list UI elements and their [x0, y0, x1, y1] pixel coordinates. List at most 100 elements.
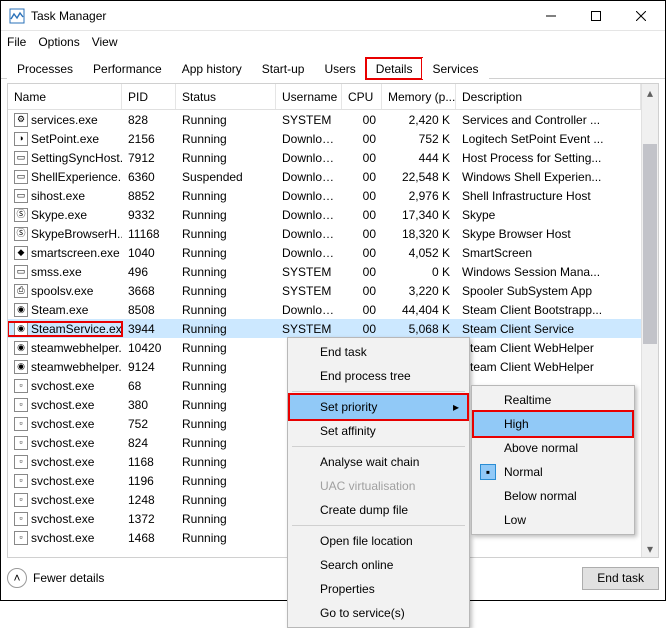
cell-cpu: 00	[342, 189, 382, 203]
cell-user: Download...	[276, 246, 342, 260]
cell-name: ◉steamwebhelper...	[8, 341, 122, 355]
cell-mem: 444 K	[382, 151, 456, 165]
table-row[interactable]: ◆smartscreen.exe1040RunningDownload...00…	[8, 243, 641, 262]
process-icon: Ⓢ	[14, 208, 28, 222]
tab-services[interactable]: Services	[422, 58, 488, 79]
maximize-button[interactable]	[573, 2, 618, 30]
tab-processes[interactable]: Processes	[7, 58, 83, 79]
cell-user: Download...	[276, 227, 342, 241]
cell-name: ▫svchost.exe	[8, 436, 122, 450]
menu-item-high[interactable]: High	[474, 412, 632, 436]
cell-status: Suspended	[176, 170, 276, 184]
cell-pid: 1040	[122, 246, 176, 260]
table-row[interactable]: ◑SetPoint.exe2156RunningDownload...00752…	[8, 129, 641, 148]
menu-file[interactable]: File	[7, 35, 26, 49]
menu-separator	[292, 525, 465, 526]
cell-status: Running	[176, 531, 276, 545]
menu-item-uac-virtualisation: UAC virtualisation	[290, 474, 467, 498]
menu-item-create-dump-file[interactable]: Create dump file	[290, 498, 467, 522]
scroll-up-button[interactable]: ▴	[642, 84, 658, 101]
process-name: spoolsv.exe	[31, 284, 93, 298]
menu-item-label: Properties	[320, 582, 375, 596]
table-row[interactable]: ◉Steam.exe8508RunningDownload...0044,404…	[8, 300, 641, 319]
vertical-scrollbar[interactable]: ▴ ▾	[641, 84, 658, 557]
process-name: SettingSyncHost...	[31, 151, 122, 165]
scroll-thumb[interactable]	[643, 144, 657, 344]
process-name: Steam.exe	[31, 303, 88, 317]
menu-item-below-normal[interactable]: Below normal	[474, 484, 632, 508]
tab-apphistory[interactable]: App history	[172, 58, 252, 79]
menu-item-properties[interactable]: Properties	[290, 577, 467, 601]
scroll-down-button[interactable]: ▾	[642, 540, 658, 557]
table-row[interactable]: ▭smss.exe496RunningSYSTEM000 KWindows Se…	[8, 262, 641, 281]
col-status[interactable]: Status	[176, 84, 276, 109]
tab-startup[interactable]: Start-up	[252, 58, 315, 79]
process-icon: ◆	[14, 246, 28, 260]
table-row[interactable]: ▭SettingSyncHost...7912RunningDownload..…	[8, 148, 641, 167]
cell-pid: 1372	[122, 512, 176, 526]
menu-item-search-online[interactable]: Search online	[290, 553, 467, 577]
process-name: svchost.exe	[31, 531, 94, 545]
process-icon: ▭	[14, 189, 28, 203]
menu-item-end-task[interactable]: End task	[290, 340, 467, 364]
cell-status: Running	[176, 132, 276, 146]
cell-cpu: 00	[342, 170, 382, 184]
table-row[interactable]: ◉SteamService.exe3944RunningSYSTEM005,06…	[8, 319, 641, 338]
cell-pid: 828	[122, 113, 176, 127]
chevron-up-icon: ˄	[7, 568, 27, 588]
cell-pid: 10420	[122, 341, 176, 355]
process-name: svchost.exe	[31, 379, 94, 393]
menu-item-label: UAC virtualisation	[320, 479, 415, 493]
end-task-button[interactable]: End task	[582, 567, 659, 590]
menu-item-end-process-tree[interactable]: End process tree	[290, 364, 467, 388]
cell-status: Running	[176, 474, 276, 488]
minimize-button[interactable]	[528, 2, 573, 30]
menu-item-normal[interactable]: ▪Normal	[474, 460, 632, 484]
cell-status: Running	[176, 113, 276, 127]
table-row[interactable]: ▭ShellExperience...6360SuspendedDownload…	[8, 167, 641, 186]
col-mem[interactable]: Memory (p...	[382, 84, 456, 109]
close-button[interactable]	[618, 2, 663, 30]
fewer-details-toggle[interactable]: ˄ Fewer details	[7, 568, 104, 588]
process-icon: ▫	[14, 417, 28, 431]
table-row[interactable]: ▭sihost.exe8852RunningDownload...002,976…	[8, 186, 641, 205]
process-icon: ▫	[14, 436, 28, 450]
menu-item-open-file-location[interactable]: Open file location	[290, 529, 467, 553]
menu-item-analyse-wait-chain[interactable]: Analyse wait chain	[290, 450, 467, 474]
menu-item-set-priority[interactable]: Set priority▸	[290, 395, 467, 419]
col-desc[interactable]: Description	[456, 84, 641, 109]
table-row[interactable]: ⚙services.exe828RunningSYSTEM002,420 KSe…	[8, 110, 641, 129]
cell-pid: 8852	[122, 189, 176, 203]
submenu-arrow-icon: ▸	[453, 400, 459, 414]
process-name: smartscreen.exe	[31, 246, 120, 260]
cell-cpu: 00	[342, 113, 382, 127]
cell-cpu: 00	[342, 208, 382, 222]
col-user[interactable]: Username	[276, 84, 342, 109]
menu-item-set-affinity[interactable]: Set affinity	[290, 419, 467, 443]
tab-performance[interactable]: Performance	[83, 58, 172, 79]
table-row[interactable]: ⓈSkypeBrowserH...11168RunningDownload...…	[8, 224, 641, 243]
tab-details[interactable]: Details	[366, 58, 423, 79]
menu-item-go-to-service-s[interactable]: Go to service(s)	[290, 601, 467, 625]
cell-desc: Skype Browser Host	[456, 227, 641, 241]
cell-mem: 2,976 K	[382, 189, 456, 203]
check-icon: ▪	[480, 464, 496, 480]
menu-item-low[interactable]: Low	[474, 508, 632, 532]
menu-item-label: End task	[320, 345, 367, 359]
table-row[interactable]: ⎙spoolsv.exe3668RunningSYSTEM003,220 KSp…	[8, 281, 641, 300]
cell-name: ▫svchost.exe	[8, 417, 122, 431]
tab-users[interactable]: Users	[314, 58, 365, 79]
col-pid[interactable]: PID	[122, 84, 176, 109]
menu-item-above-normal[interactable]: Above normal	[474, 436, 632, 460]
menu-options[interactable]: Options	[38, 35, 79, 49]
col-cpu[interactable]: CPU	[342, 84, 382, 109]
cell-desc: Steam Client WebHelper	[456, 360, 641, 374]
menu-item-label: Create dump file	[320, 503, 408, 517]
col-name[interactable]: Name	[8, 84, 122, 109]
process-name: steamwebhelper...	[31, 341, 122, 355]
menu-item-realtime[interactable]: Realtime	[474, 388, 632, 412]
menu-view[interactable]: View	[92, 35, 118, 49]
process-icon: ▫	[14, 379, 28, 393]
cell-pid: 3944	[122, 322, 176, 336]
table-row[interactable]: ⓈSkype.exe9332RunningDownload...0017,340…	[8, 205, 641, 224]
